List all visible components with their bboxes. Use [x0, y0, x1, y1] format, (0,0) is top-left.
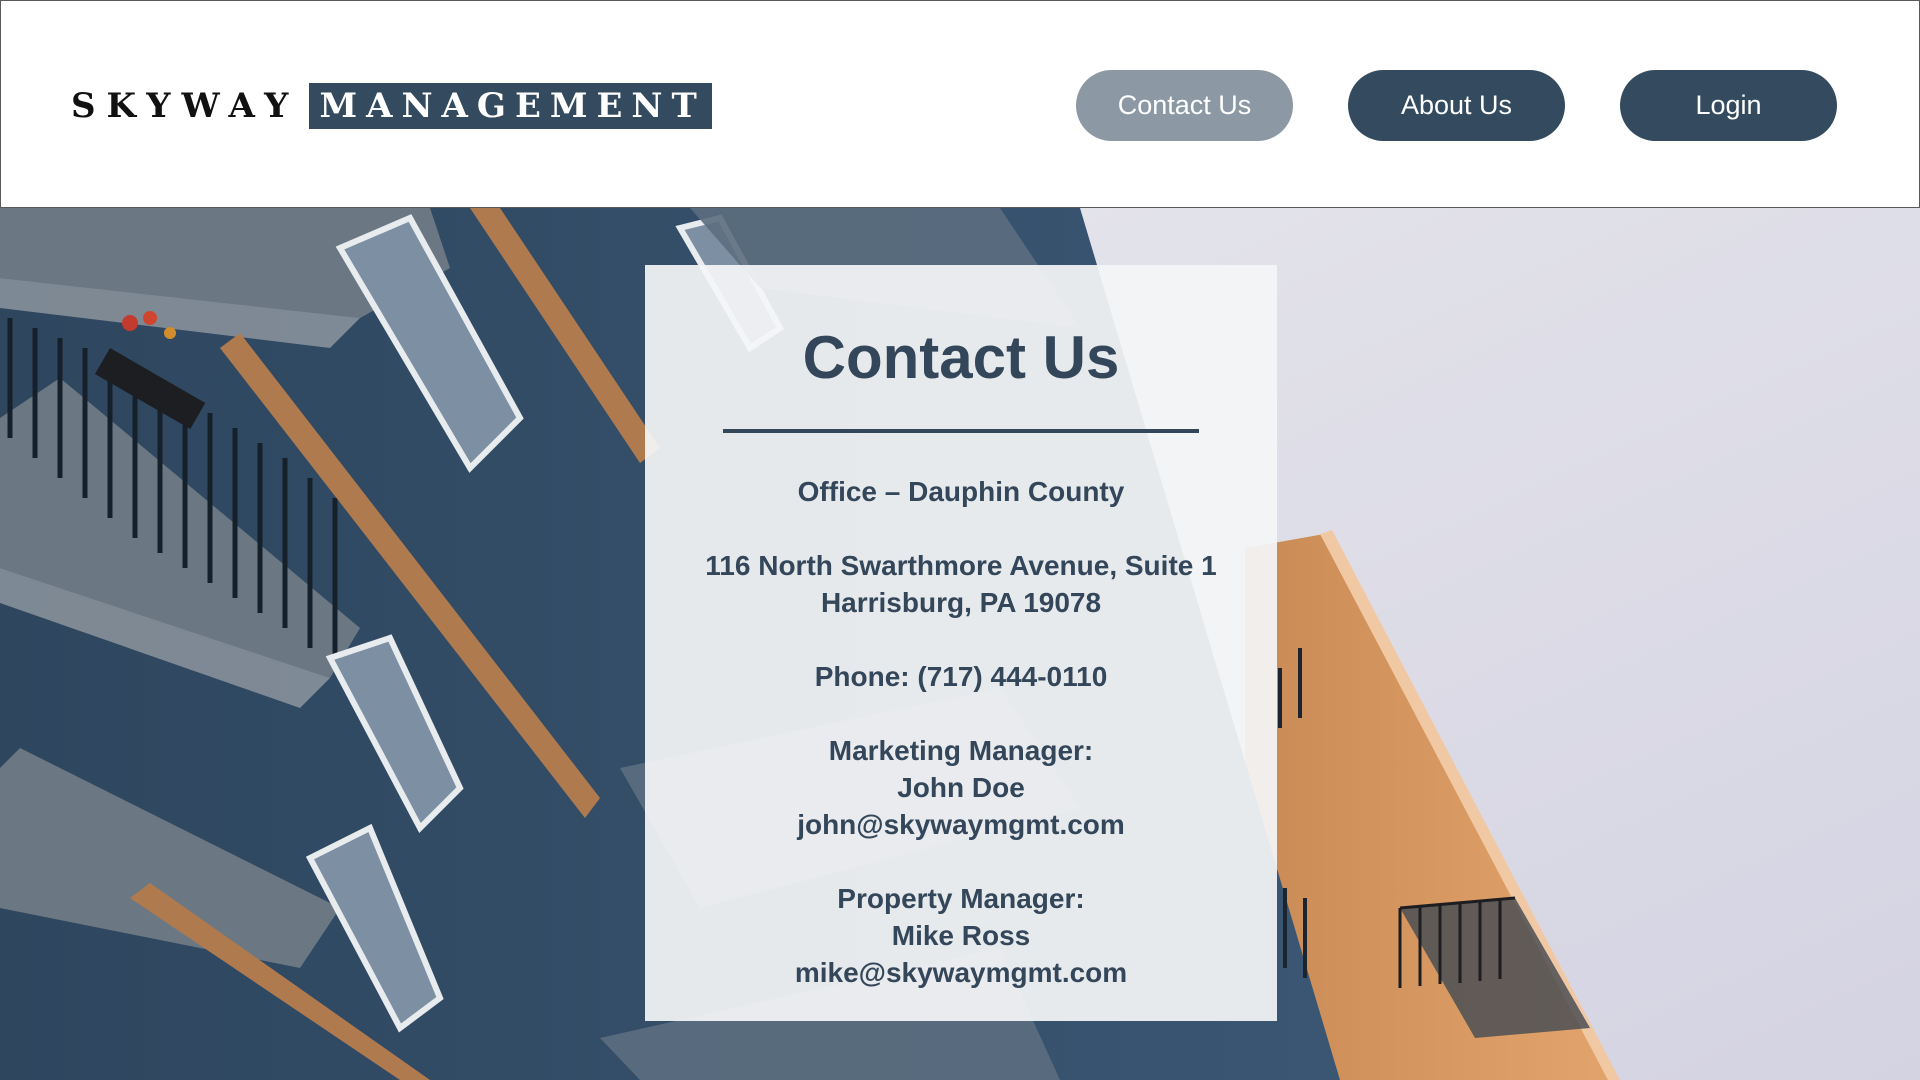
nav-about-us-button[interactable]: About Us — [1348, 70, 1565, 141]
property-role: Property Manager: — [837, 883, 1085, 914]
nav-contact-us-button[interactable]: Contact Us — [1076, 70, 1293, 141]
marketing-role: Marketing Manager: — [828, 735, 1094, 766]
address-line-1: 116 North Swarthmore Avenue, Suite 1 — [705, 550, 1217, 581]
logo-word-management: MANAGEMENT — [309, 83, 712, 129]
office-address: 116 North Swarthmore Avenue, Suite 1 Har… — [645, 547, 1277, 621]
site-header: SKYWAY MANAGEMENT Contact Us About Us Lo… — [0, 0, 1920, 208]
nav-login-button[interactable]: Login — [1620, 70, 1837, 141]
marketing-email-link[interactable]: john@skywaymgmt.com — [645, 806, 1277, 843]
contact-title: Contact Us — [802, 324, 1120, 391]
logo-word-skyway: SKYWAY — [71, 86, 300, 126]
marketing-name: John Doe — [897, 772, 1025, 803]
address-line-2: Harrisburg, PA 19078 — [820, 587, 1102, 618]
phone-number: Phone: (717) 444-0110 — [814, 661, 1108, 692]
property-email-link[interactable]: mike@skywaymgmt.com — [645, 954, 1277, 991]
title-divider — [723, 429, 1199, 433]
brand-logo[interactable]: SKYWAY MANAGEMENT — [71, 83, 712, 129]
marketing-manager-contact: Marketing Manager: John Doe john@skywaym… — [645, 732, 1277, 843]
office-label: Office – Dauphin County — [797, 476, 1125, 507]
property-name: Mike Ross — [891, 920, 1031, 951]
contact-card: Contact Us Office – Dauphin County 116 N… — [645, 265, 1277, 1021]
property-manager-contact: Property Manager: Mike Ross mike@skywaym… — [645, 880, 1277, 991]
